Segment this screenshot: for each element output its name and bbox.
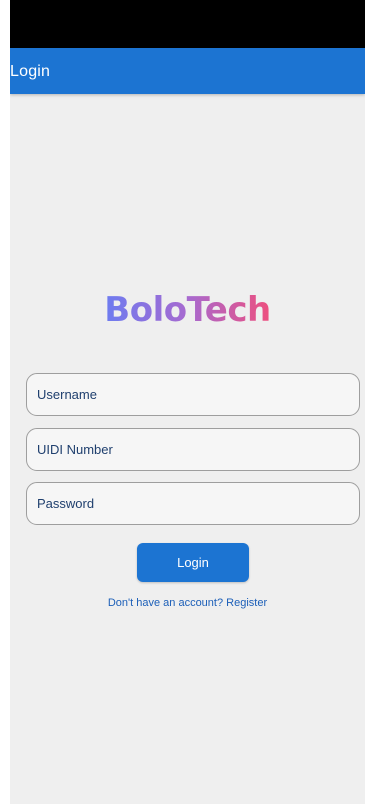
device-frame: Login BoloTech Login Don't have an accou… — [0, 0, 365, 804]
brand-logo-text: BoloTech — [104, 290, 271, 330]
login-button[interactable]: Login — [137, 543, 249, 582]
register-link[interactable]: Don't have an account? Register — [10, 596, 365, 610]
status-bar — [10, 0, 365, 48]
app-bar: Login — [10, 48, 365, 94]
app-screen: Login BoloTech Login Don't have an accou… — [10, 0, 365, 804]
password-input[interactable] — [26, 482, 360, 525]
brand-logo: BoloTech — [10, 288, 365, 332]
uidi-number-input[interactable] — [26, 428, 360, 471]
app-bar-title: Login — [10, 63, 51, 80]
username-input[interactable] — [26, 373, 360, 416]
